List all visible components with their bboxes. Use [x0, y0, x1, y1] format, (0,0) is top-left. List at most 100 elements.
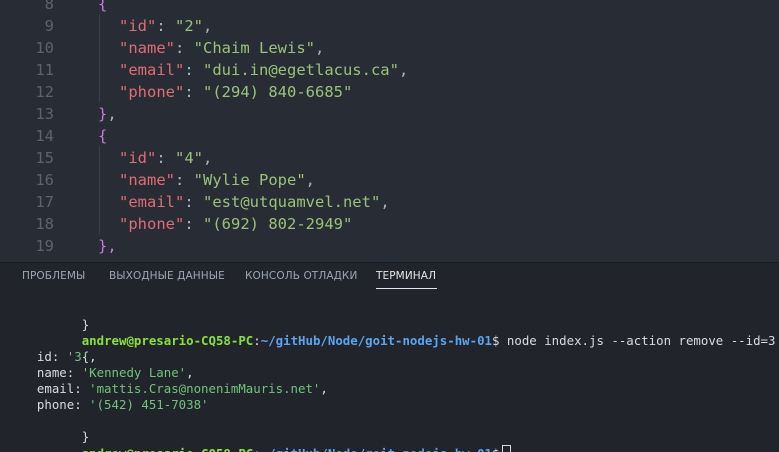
line-content: },	[98, 103, 117, 125]
terminal-line: {	[22, 333, 89, 364]
json-punc-token: ,	[203, 149, 213, 167]
json-key-token: "name"	[119, 171, 175, 189]
json-brace-token: {	[98, 0, 108, 13]
vscode-window: 8{9 "id": "2", 10 "name": "Chaim Lewis", 11 "…	[0, 0, 779, 452]
line-number: 11	[35, 61, 54, 79]
prompt-path: ~/gitHub/Node/goit-nodejs-hw-01	[261, 446, 492, 452]
line-content: "phone": "(294) 840-6685"	[119, 81, 352, 103]
record-suffix: ,	[89, 349, 97, 364]
json-punc-token: :	[184, 83, 203, 101]
json-key-token: "email"	[119, 61, 185, 79]
json-str-token: "(294) 840-6685"	[203, 83, 353, 101]
panel-tabs: ПРОБЛЕМЫ ВЫХОДНЫЕ ДАННЫЕ КОНСОЛЬ ОТЛАДКИ…	[0, 263, 779, 291]
prompt-user: andrew@presario-CQ58-PC	[82, 446, 254, 452]
line-content: },	[98, 235, 117, 257]
terminal-line: phone: '(542) 451-7038'	[22, 397, 209, 413]
json-punc-token: ,	[305, 171, 315, 189]
json-str-token: "Chaim Lewis"	[193, 39, 315, 57]
json-brace-token: }	[98, 105, 108, 123]
tab-problems[interactable]: ПРОБЛЕМЫ	[22, 270, 85, 282]
line-number: 8	[44, 0, 54, 13]
code-line: 14 {	[0, 125, 779, 147]
json-str-token: "2"	[175, 17, 203, 35]
line-number: 19	[35, 237, 54, 255]
record-value: 'Kennedy Lane'	[81, 365, 187, 380]
line-number: 14	[35, 127, 54, 145]
code-line: 19},	[0, 235, 779, 257]
record-key: phone:	[22, 397, 90, 412]
tab-output[interactable]: ВЫХОДНЫЕ ДАННЫЕ	[109, 270, 225, 282]
prompt-separator: :	[253, 446, 260, 452]
record-suffix: ,	[320, 381, 328, 396]
terminal-cursor	[502, 445, 512, 452]
code-line: 15 "id": "4",	[0, 147, 779, 169]
prompt-path: ~/gitHub/Node/goit-nodejs-hw-01	[260, 333, 492, 348]
line-number: 15	[35, 149, 54, 167]
json-punc-token: ,	[203, 17, 213, 35]
terminal-prompt-line: andrew@presario-CQ58-PC:~/gitHub/Node/go…	[22, 429, 512, 452]
json-str-token: "(692) 802-2949"	[203, 215, 353, 233]
line-number: 17	[35, 193, 54, 211]
json-punc-token: ,	[380, 193, 390, 211]
json-key-token: "phone"	[119, 83, 185, 101]
json-brace-token: },	[98, 237, 117, 255]
record-value: '3'	[66, 349, 90, 364]
json-punc-token: :	[175, 39, 194, 57]
prompt-dollar: $	[492, 446, 499, 452]
json-punc-token: ,	[315, 39, 325, 57]
line-content: "name": "Wylie Pope",	[119, 169, 315, 191]
json-str-token: "est@utquamvel.net"	[203, 193, 381, 211]
prompt-user: andrew@presario-CQ58-PC	[81, 333, 254, 348]
code-editor[interactable]: 8{9 "id": "2", 10 "name": "Chaim Lewis", 11 "…	[0, 0, 779, 262]
terminal-line: id: '3',	[22, 349, 97, 365]
line-number: 18	[35, 215, 54, 233]
code-line: 9 "id": "2",	[0, 15, 779, 37]
line-number: 12	[35, 83, 54, 101]
json-key-token: "phone"	[119, 215, 185, 233]
terminal-prompt-line: andrew@presario-CQ58-PC:~/gitHub/Node/go…	[22, 317, 776, 348]
json-str-token: "4"	[175, 149, 203, 167]
line-number: 13	[35, 105, 54, 123]
tab-debug-console[interactable]: КОНСОЛЬ ОТЛАДКИ	[245, 270, 357, 282]
code-line: 18 "phone": "(692) 802-2949"	[0, 213, 779, 235]
json-brace-token: {	[98, 127, 108, 145]
terminal[interactable]: } andrew@presario-CQ58-PC:~/gitHub/Node/…	[0, 301, 779, 452]
json-str-token: "dui.in@egetlacus.ca"	[203, 61, 399, 79]
active-tab-indicator	[376, 288, 437, 289]
record-key: email:	[22, 381, 90, 396]
line-number: 9	[44, 17, 54, 35]
code-line: 10 "name": "Chaim Lewis",	[0, 37, 779, 59]
json-key-token: "name"	[119, 39, 175, 57]
code-line: 17 "email": "est@utquamvel.net",	[0, 191, 779, 213]
json-key-token: "email"	[119, 193, 185, 211]
prompt-separator: :	[253, 333, 261, 348]
record-value: 'mattis.Cras@nonenimMauris.net'	[89, 381, 321, 396]
line-content: "name": "Chaim Lewis",	[119, 37, 324, 59]
code-line: 13},	[0, 103, 779, 125]
json-punc-token: ,	[107, 105, 117, 123]
json-punc-token: :	[184, 193, 203, 211]
line-content: "email": "dui.in@egetlacus.ca",	[119, 59, 408, 81]
terminal-line: email: 'mattis.Cras@nonenimMauris.net',	[22, 381, 328, 397]
line-content: {	[98, 0, 107, 15]
code-line: 16 "name": "Wylie Pope",	[0, 169, 779, 191]
terminal-line: }	[22, 413, 89, 444]
tab-terminal[interactable]: ТЕРМИНАЛ	[376, 270, 436, 282]
code-line: 12 "phone": "(294) 840-6685"	[0, 81, 779, 103]
line-content: "email": "est@utquamvel.net",	[119, 191, 390, 213]
line-content: {	[98, 125, 107, 147]
record-key: id:	[22, 349, 67, 364]
json-punc-token: :	[156, 149, 175, 167]
line-content: "id": "4",	[119, 147, 212, 169]
line-number: 16	[35, 171, 54, 189]
json-str-token: "Wylie Pope"	[193, 171, 306, 189]
line-content: "phone": "(692) 802-2949"	[119, 213, 352, 235]
bottom-panel: ПРОБЛЕМЫ ВЫХОДНЫЕ ДАННЫЕ КОНСОЛЬ ОТЛАДКИ…	[0, 262, 779, 452]
json-key-token: "id"	[119, 149, 157, 167]
code-line: 11 "email": "dui.in@egetlacus.ca",	[0, 59, 779, 81]
terminal-line: }	[22, 301, 89, 332]
record-suffix: ,	[186, 365, 194, 380]
line-content: "id": "2",	[119, 15, 212, 37]
code-line: 8{	[0, 0, 779, 15]
json-punc-token: :	[175, 171, 194, 189]
